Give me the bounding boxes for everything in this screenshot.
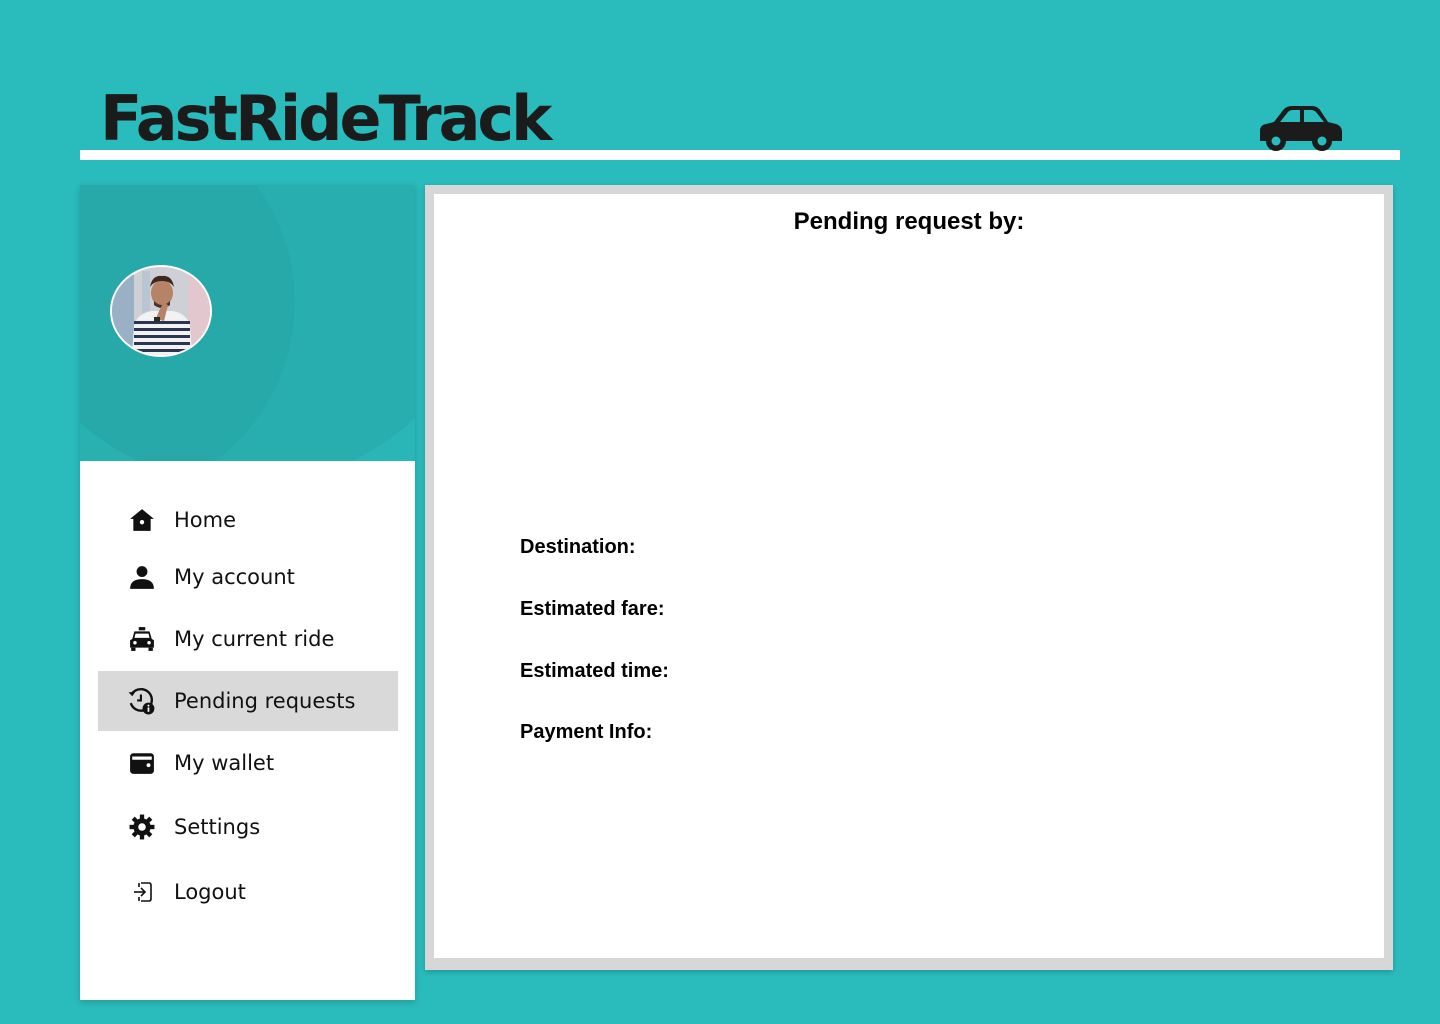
home-icon — [128, 506, 156, 534]
destination-label: Destination: — [520, 536, 636, 558]
sidebar-item-label: Settings — [174, 815, 261, 839]
header-divider — [80, 150, 1400, 160]
payment-info-label: Payment Info: — [520, 721, 653, 743]
car-icon — [1260, 106, 1342, 151]
sidebar-item-label: Home — [174, 508, 237, 532]
taxi-icon — [128, 625, 156, 653]
sidebar-item-settings[interactable]: Settings — [98, 797, 398, 857]
sidebar-item-label: My account — [174, 565, 295, 589]
page-title: Pending request by: — [793, 208, 1025, 235]
request-card: Pending request by: Destination: Estimat… — [434, 194, 1384, 958]
history-info-icon — [128, 687, 156, 715]
profile-banner — [80, 185, 415, 461]
request-card-frame: Pending request by: Destination: Estimat… — [425, 185, 1393, 970]
avatar-photo — [112, 267, 210, 355]
sidebar-item-logout[interactable]: Logout — [98, 862, 398, 922]
sidebar-item-my-account[interactable]: My account — [98, 547, 398, 607]
sidebar-item-my-wallet[interactable]: My wallet — [98, 733, 398, 793]
sidebar-item-label: Pending requests — [174, 689, 356, 713]
sidebar: Home My account My current ride Pending … — [80, 185, 415, 1000]
sidebar-item-label: Logout — [174, 880, 246, 904]
sidebar-item-pending-requests[interactable]: Pending requests — [98, 671, 398, 731]
wallet-icon — [128, 749, 156, 777]
logout-icon — [128, 878, 156, 906]
gear-icon — [128, 813, 156, 841]
sidebar-item-label: My current ride — [174, 627, 335, 651]
sidebar-item-home[interactable]: Home — [98, 490, 398, 550]
estimated-time-label: Estimated time: — [520, 660, 669, 682]
app-title: FastRideTrack — [100, 82, 552, 155]
sidebar-item-label: My wallet — [174, 751, 275, 775]
user-icon — [128, 563, 156, 591]
estimated-fare-label: Estimated fare: — [520, 598, 665, 620]
avatar[interactable] — [110, 265, 212, 357]
sidebar-item-my-current-ride[interactable]: My current ride — [98, 609, 398, 669]
